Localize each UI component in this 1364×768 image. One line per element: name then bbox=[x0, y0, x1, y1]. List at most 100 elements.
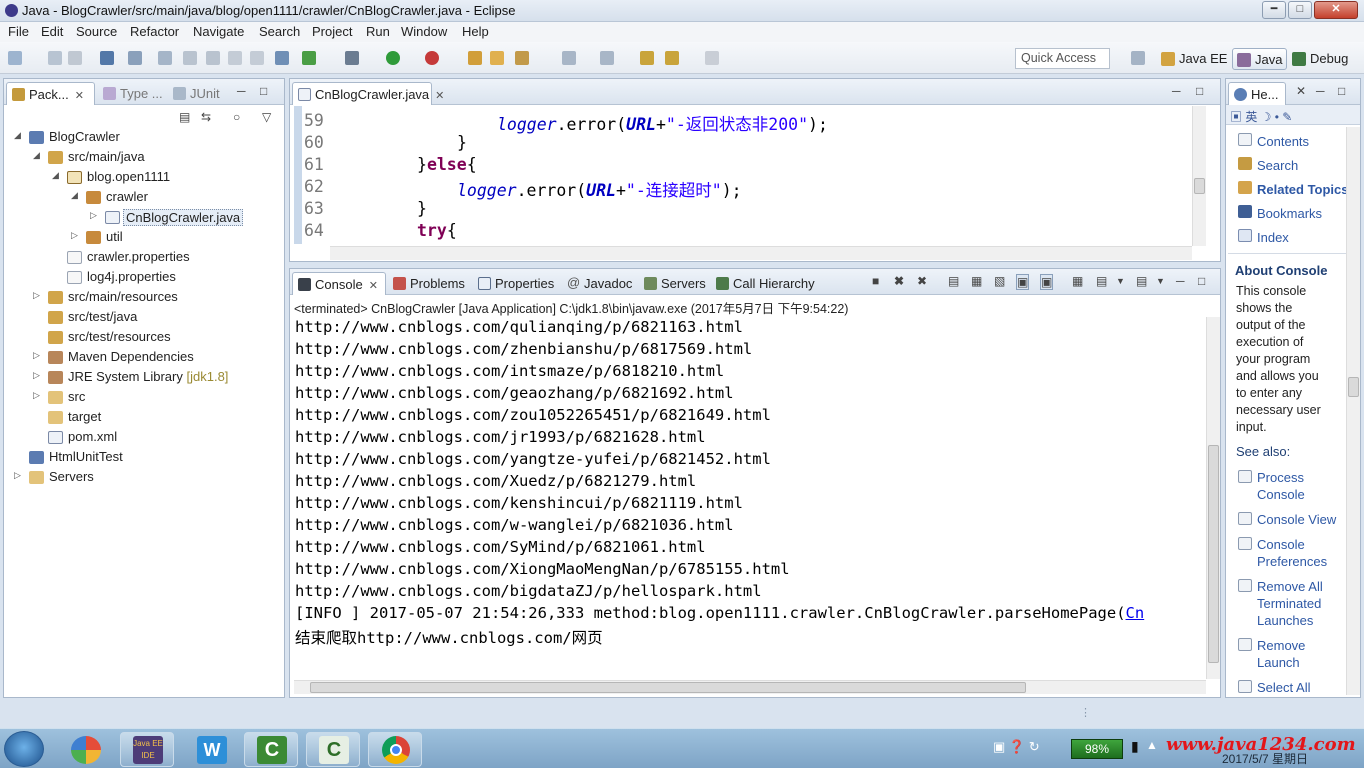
taskbar-app-word[interactable]: W bbox=[184, 732, 238, 767]
open-type-icon[interactable] bbox=[490, 51, 504, 65]
see-also-link[interactable]: Remove Launch bbox=[1257, 637, 1305, 671]
help-search-link[interactable]: Search bbox=[1257, 157, 1298, 174]
display-console-icon[interactable]: ▤ bbox=[1096, 274, 1107, 288]
help-index-link[interactable]: Index bbox=[1257, 229, 1289, 246]
collapse-arrow-icon[interactable]: ▷ bbox=[71, 230, 81, 241]
collapse-arrow-icon[interactable]: ▷ bbox=[33, 390, 43, 401]
maximize-icon[interactable]: □ bbox=[1338, 84, 1345, 98]
tab-help[interactable]: He... bbox=[1228, 82, 1286, 105]
power-icon[interactable]: ▮ bbox=[1131, 738, 1139, 755]
new-java-project-icon[interactable] bbox=[468, 51, 482, 65]
collapse-arrow-icon[interactable]: ▷ bbox=[90, 210, 100, 221]
code-line-63[interactable]: } bbox=[417, 199, 427, 218]
collapse-arrow-icon[interactable]: ▷ bbox=[33, 290, 43, 301]
menu-project[interactable]: Project bbox=[312, 24, 352, 39]
open-perspective-icon[interactable] bbox=[1131, 51, 1145, 65]
code-line-62[interactable]: logger.error(URL+"-连接超时"); bbox=[457, 177, 742, 201]
step-icon[interactable] bbox=[158, 51, 172, 65]
battery-indicator[interactable]: 98% bbox=[1071, 739, 1123, 759]
step-return-icon[interactable] bbox=[206, 51, 220, 65]
maximize-icon[interactable]: □ bbox=[260, 84, 267, 98]
open-console-icon[interactable]: ▤ bbox=[1136, 274, 1147, 288]
step-over-icon[interactable] bbox=[183, 51, 197, 65]
scroll-thumb[interactable] bbox=[310, 682, 1026, 693]
menu-run[interactable]: Run bbox=[366, 24, 390, 39]
run-icon[interactable] bbox=[386, 51, 400, 65]
start-button[interactable] bbox=[4, 731, 44, 767]
menu-file[interactable]: File bbox=[8, 24, 29, 39]
maximize-icon[interactable]: □ bbox=[1196, 84, 1203, 98]
menu-window[interactable]: Window bbox=[401, 24, 447, 39]
help-vertical-scrollbar[interactable] bbox=[1346, 127, 1360, 695]
pin-console-icon[interactable]: ▦ bbox=[1072, 274, 1083, 288]
close-icon[interactable]: ✕ bbox=[1296, 84, 1306, 98]
skip-breakpoints-icon[interactable] bbox=[128, 51, 142, 65]
network-icon[interactable]: ▲ bbox=[1146, 738, 1158, 752]
taskbar-app-eclipse[interactable]: Java EE IDE bbox=[120, 732, 174, 767]
close-button[interactable]: ✕ bbox=[1314, 1, 1358, 19]
scroll-thumb[interactable] bbox=[1194, 178, 1205, 194]
see-also-link[interactable]: Console Preferences bbox=[1257, 536, 1327, 570]
console-horizontal-scrollbar[interactable] bbox=[294, 680, 1206, 694]
last-edit-icon[interactable] bbox=[640, 51, 654, 65]
tab-type-hierarchy[interactable]: Type ... bbox=[98, 82, 169, 105]
menu-navigate[interactable]: Navigate bbox=[193, 24, 244, 39]
console-vertical-scrollbar[interactable] bbox=[1206, 317, 1220, 679]
tab-console[interactable]: Console ✕ bbox=[292, 272, 386, 295]
help-bookmarks-link[interactable]: Bookmarks bbox=[1257, 205, 1322, 222]
collapse-all-icon[interactable]: ▤ bbox=[179, 110, 190, 124]
show-on-stdout-icon[interactable]: ▣ bbox=[1016, 274, 1030, 290]
minimize-icon[interactable]: ─ bbox=[1176, 274, 1185, 288]
editor-vertical-scrollbar[interactable] bbox=[1192, 106, 1206, 246]
link-icon[interactable] bbox=[275, 51, 289, 65]
editor-horizontal-scrollbar[interactable] bbox=[330, 246, 1192, 260]
print-icon[interactable] bbox=[100, 51, 114, 65]
help-related-topics-link[interactable]: Related Topics bbox=[1257, 181, 1349, 198]
tab-servers[interactable]: Servers bbox=[639, 272, 712, 295]
scroll-thumb[interactable] bbox=[1208, 445, 1219, 663]
expand-arrow-icon[interactable]: ◢ bbox=[33, 150, 43, 161]
terminate-icon[interactable]: ■ bbox=[872, 274, 879, 288]
perspective-java-ee[interactable]: Java EE bbox=[1157, 48, 1231, 70]
chevron-down-icon[interactable]: ▼ bbox=[1116, 276, 1125, 286]
taskbar-app-qq[interactable] bbox=[58, 732, 112, 767]
expand-arrow-icon[interactable]: ◢ bbox=[14, 130, 24, 141]
taskbar-app-camtasia-2[interactable]: C bbox=[306, 732, 360, 767]
tray-icons[interactable]: ▣ ❓ ↻ bbox=[993, 739, 1040, 755]
help-contents-link[interactable]: Contents bbox=[1257, 133, 1309, 150]
close-icon[interactable]: ✕ bbox=[369, 280, 378, 292]
see-also-link[interactable]: Console View bbox=[1257, 511, 1336, 528]
word-wrap-icon[interactable]: ▧ bbox=[994, 274, 1005, 288]
show-on-stderr-icon[interactable]: ▣ bbox=[1040, 274, 1054, 290]
view-menu-icon[interactable]: ○ bbox=[233, 110, 240, 124]
maximize-button[interactable]: □ bbox=[1288, 1, 1312, 19]
clear-console-icon[interactable]: ▤ bbox=[948, 274, 959, 288]
code-line-61[interactable]: }else{ bbox=[417, 155, 477, 174]
tab-call-hierarchy[interactable]: Call Hierarchy bbox=[711, 272, 821, 295]
tab-package-explorer[interactable]: Pack... ✕ bbox=[6, 82, 95, 105]
drop-frame-icon[interactable] bbox=[228, 51, 242, 65]
save-icon[interactable] bbox=[48, 51, 62, 65]
menu-search[interactable]: Search bbox=[259, 24, 300, 39]
taskbar-app-chrome[interactable] bbox=[368, 732, 422, 767]
tab-properties[interactable]: Properties bbox=[473, 272, 560, 295]
save-all-icon[interactable] bbox=[68, 51, 82, 65]
refresh-icon[interactable] bbox=[302, 51, 316, 65]
quick-access-input[interactable]: Quick Access bbox=[1015, 48, 1110, 69]
minimize-icon[interactable]: ─ bbox=[1316, 84, 1325, 98]
forward-icon[interactable] bbox=[705, 51, 719, 65]
clock-date[interactable]: 2017/5/7 星期日 bbox=[1222, 750, 1308, 767]
see-also-link[interactable]: Process Console bbox=[1257, 469, 1305, 503]
console-output[interactable]: http://www.cnblogs.com/qulianqing/p/6821… bbox=[290, 317, 1206, 679]
menu-help[interactable]: Help bbox=[462, 24, 489, 39]
minimize-button[interactable]: ━ bbox=[1262, 1, 1286, 19]
minimize-icon[interactable]: ─ bbox=[237, 84, 246, 98]
collapse-arrow-icon[interactable]: ▷ bbox=[33, 350, 43, 361]
console-source-link[interactable]: Cn bbox=[1126, 604, 1145, 622]
tab-cnblogcrawler-java[interactable]: CnBlogCrawler.java ✕ bbox=[292, 82, 444, 105]
scroll-lock-icon[interactable]: ▦ bbox=[971, 274, 982, 288]
scroll-thumb[interactable] bbox=[1348, 377, 1359, 397]
use-step-filters-icon[interactable] bbox=[250, 51, 264, 65]
close-icon[interactable]: ✕ bbox=[435, 90, 444, 102]
remove-launch-icon[interactable]: ✖ bbox=[894, 274, 904, 288]
